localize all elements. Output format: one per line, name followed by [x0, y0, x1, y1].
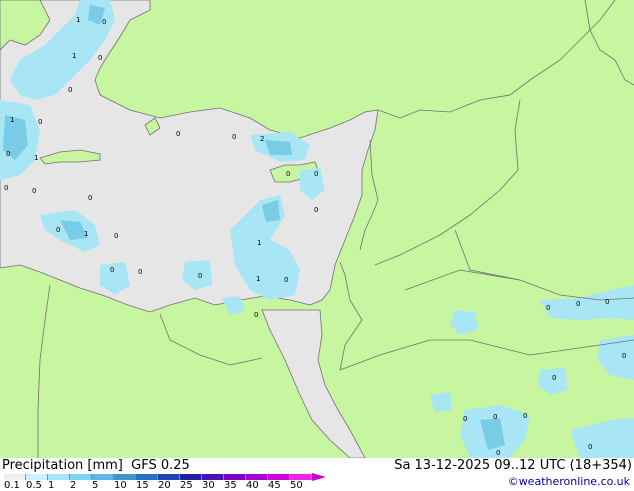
- scale-label: 0.1: [4, 480, 20, 491]
- point-label: 0: [68, 86, 72, 94]
- legend-title-row: Precipitation [mm] GFS 0.25: [2, 458, 190, 473]
- point-label: 0: [622, 352, 626, 360]
- point-label: 1: [34, 154, 38, 162]
- point-label: 0: [552, 374, 556, 382]
- point-label: 0: [110, 266, 114, 274]
- scale-arrow-icon: [312, 473, 326, 481]
- scale-label: 50: [290, 480, 303, 491]
- point-label: 0: [493, 413, 497, 421]
- point-label: 0: [138, 268, 142, 276]
- point-label: 0: [6, 150, 10, 158]
- scale-label: 1: [48, 480, 55, 491]
- point-label: 0: [588, 443, 592, 451]
- point-label: 0: [32, 187, 36, 195]
- point-label: 0: [114, 232, 118, 240]
- scale-label: 45: [268, 480, 281, 491]
- point-label: 1: [256, 275, 260, 283]
- point-label: 2: [260, 135, 264, 143]
- scale-label: 20: [158, 480, 171, 491]
- point-label: 1: [72, 52, 76, 60]
- legend-title: Precipitation [mm]: [2, 458, 123, 473]
- point-label: 1: [84, 230, 88, 238]
- scale-label: 5: [92, 480, 99, 491]
- point-label: 0: [576, 300, 580, 308]
- point-label: 1: [76, 16, 80, 24]
- point-label: 0: [198, 272, 202, 280]
- point-label: 0: [38, 118, 42, 126]
- legend-footer: Precipitation [mm] GFS 0.25 Sa 13-12-202…: [0, 458, 634, 491]
- point-label: 0: [98, 54, 102, 62]
- point-label: 0: [546, 304, 550, 312]
- point-label: 0: [284, 276, 288, 284]
- point-label: 0: [232, 133, 236, 141]
- point-label: 0: [176, 130, 180, 138]
- scale-label: 35: [224, 480, 237, 491]
- weather-map-page: 1 0 0 1 0 0 1 0 0 2 0 1 0 0 0 0 0 1 0 1 …: [0, 0, 634, 491]
- point-label: 0: [56, 226, 60, 234]
- scale-label: 15: [136, 480, 149, 491]
- point-label: 0: [314, 170, 318, 178]
- precipitation-map: 1 0 0 1 0 0 1 0 0 2 0 1 0 0 0 0 0 1 0 1 …: [0, 0, 634, 458]
- point-label: 0: [254, 311, 258, 319]
- site-credit[interactable]: ©weatheronline.co.uk: [508, 475, 630, 488]
- point-label: 0: [88, 194, 92, 202]
- point-label: 0: [496, 449, 500, 457]
- point-label: 0: [4, 184, 8, 192]
- forecast-datetime: Sa 13-12-2025 09..12 UTC (18+354): [394, 458, 632, 473]
- scale-label: 30: [202, 480, 215, 491]
- point-label: 0: [102, 18, 106, 26]
- point-label: 1: [257, 239, 261, 247]
- point-label: 0: [523, 412, 527, 420]
- point-label: 0: [314, 206, 318, 214]
- scale-label: 2: [70, 480, 77, 491]
- scale-label: 0.5: [26, 480, 42, 491]
- point-label: 0: [286, 170, 290, 178]
- model-name: GFS 0.25: [131, 458, 190, 473]
- scale-label: 25: [180, 480, 193, 491]
- point-label: 0: [463, 415, 467, 423]
- point-label: 1: [10, 116, 14, 124]
- scale-label: 10: [114, 480, 127, 491]
- scale-label: 40: [246, 480, 259, 491]
- point-label: 0: [605, 298, 609, 306]
